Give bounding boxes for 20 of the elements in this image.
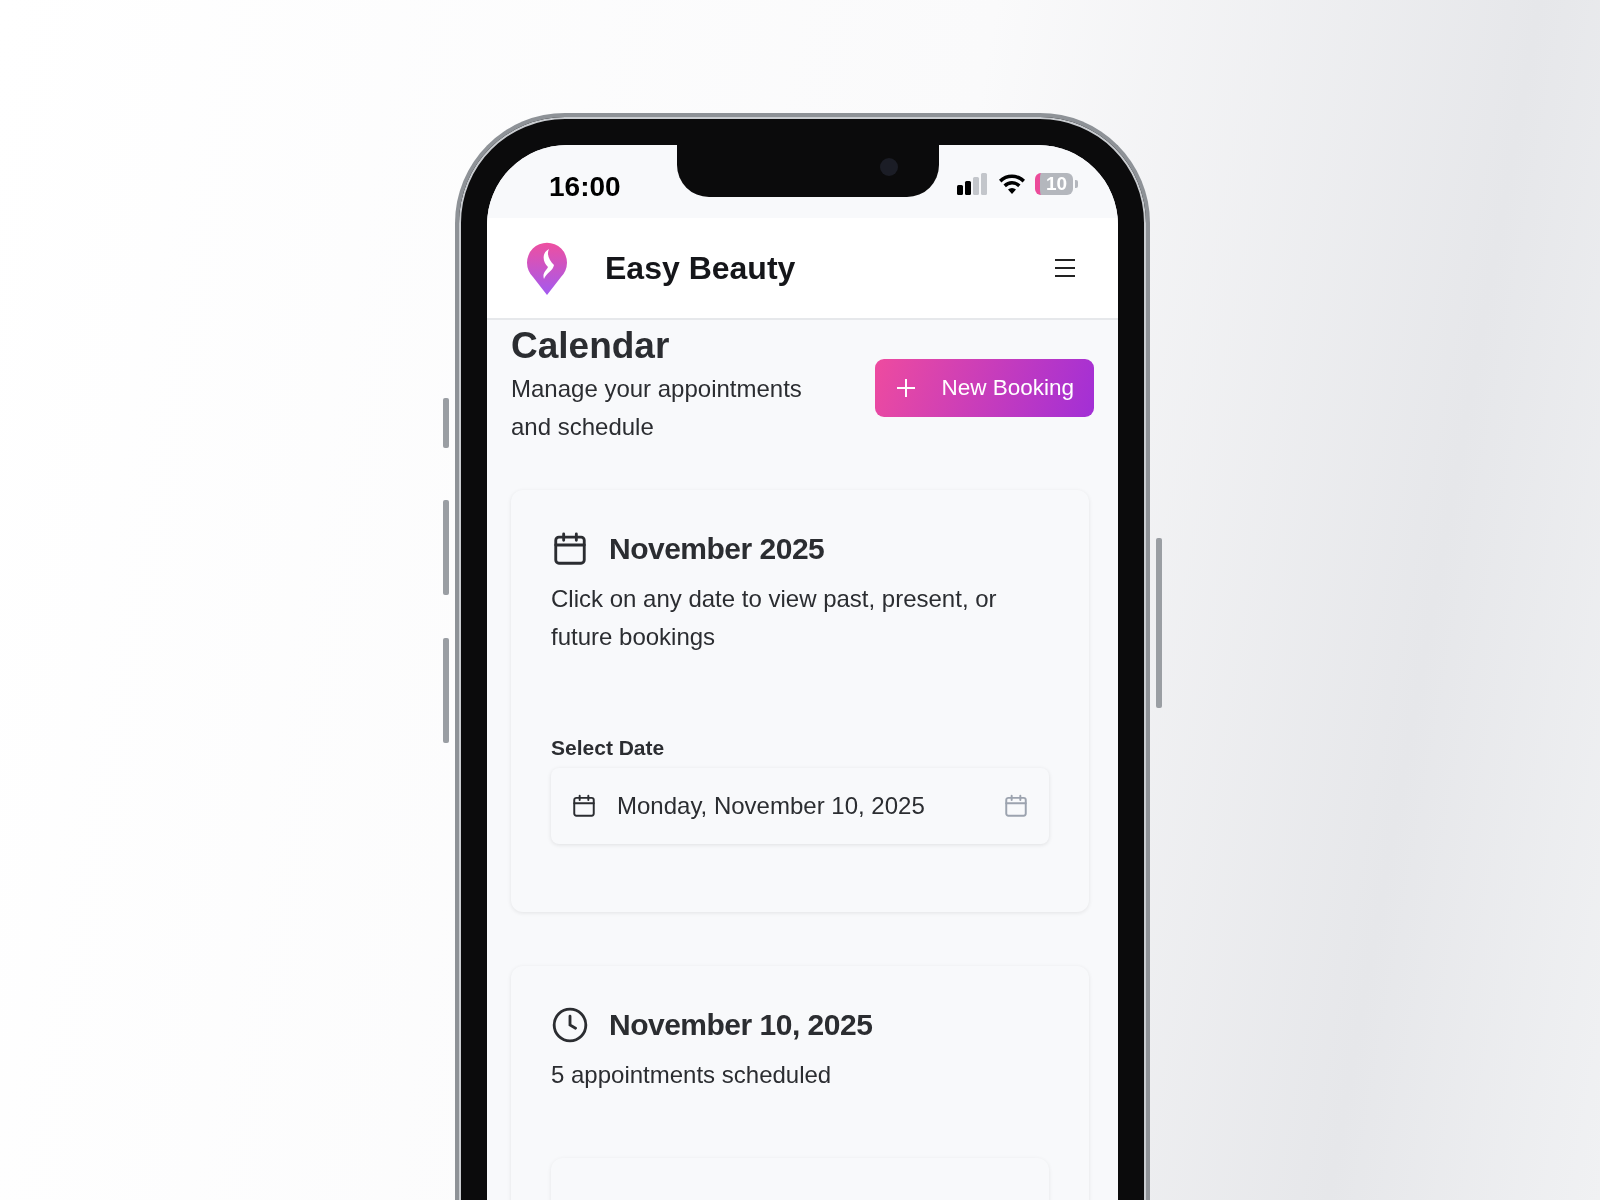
plus-icon [897, 379, 916, 397]
status-time: 16:00 [549, 170, 621, 203]
calendar-icon [571, 793, 597, 819]
date-field[interactable]: Monday, November 10, 2025 [551, 768, 1049, 844]
page-subtitle: Manage your appointments and schedule [511, 374, 803, 442]
calendar-icon [551, 530, 589, 568]
appointments-count: 5 appointments scheduled [551, 1060, 833, 1090]
camera-icon [880, 158, 898, 176]
clock-icon [551, 1006, 589, 1044]
logo-icon [525, 241, 569, 295]
card-title: November 10, 2025 [609, 1008, 873, 1042]
wifi-icon [998, 173, 1026, 194]
page-title: Calendar [511, 324, 671, 368]
card-description: Click on any date to view past, present, or future bookings [551, 584, 998, 652]
card-title: November 2025 [609, 532, 825, 566]
calendar-icon [1003, 793, 1029, 819]
field-label: Select Date [551, 736, 666, 760]
new-booking-button[interactable]: New Booking [875, 359, 1094, 417]
signal-icon [957, 172, 989, 195]
app-title: Easy Beauty [605, 249, 796, 287]
